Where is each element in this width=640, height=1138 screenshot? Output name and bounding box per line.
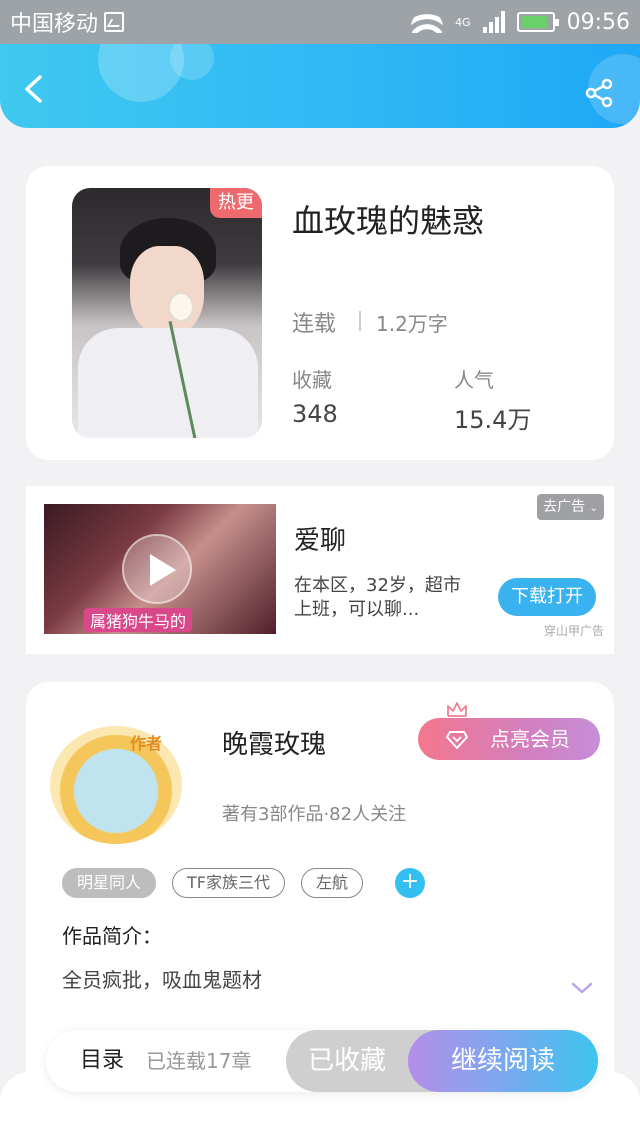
tag-list: 明星同人 TF家族三代 左航 +: [62, 868, 426, 898]
activate-vip-button[interactable]: 点亮会员: [418, 718, 600, 760]
collected-label: 已收藏: [307, 1046, 386, 1076]
tag-chip[interactable]: 左航: [301, 868, 364, 898]
share-icon[interactable]: [584, 78, 614, 108]
chevron-down-icon: ⌄: [589, 503, 598, 514]
author-works: 著有3部作品·82人关注: [222, 804, 407, 825]
intro-label: 作品简介：: [62, 924, 162, 948]
book-cover[interactable]: 热更: [72, 188, 262, 438]
chapter-count: 已连载17章: [146, 1049, 252, 1073]
intro-text: 全员疯批，吸血鬼题材: [62, 968, 262, 992]
cover-art: [168, 292, 194, 322]
author-name[interactable]: 晚霞玫瑰: [222, 724, 326, 761]
add-tag-icon[interactable]: +: [395, 868, 426, 898]
popularity-label: 人气: [454, 368, 494, 392]
ad-video-thumbnail[interactable]: 属猪狗牛马的: [44, 504, 276, 634]
ad-banner[interactable]: 属猪狗牛马的 爱聊 在本区，32岁，超市上班，可以聊... 去广告 ⌄ 下载打开…: [26, 486, 614, 654]
ad-source: 穿山甲广告: [543, 624, 604, 638]
play-icon[interactable]: [122, 534, 192, 604]
vip-button-label: 点亮会员: [490, 727, 570, 751]
cover-art: [78, 328, 258, 438]
ad-thumb-caption: 属猪狗牛马的: [84, 608, 193, 632]
diamond-icon: [446, 731, 468, 749]
ad-title: 爱聊: [294, 526, 347, 556]
avatar-tag: 作者: [130, 734, 163, 753]
decor-bubble: [170, 44, 214, 80]
favorites-label: 收藏: [292, 368, 332, 392]
status-right: 4G 09:56: [411, 10, 630, 35]
download-open-button[interactable]: 下载打开: [498, 578, 596, 616]
clock: 09:56: [566, 9, 630, 35]
tag-chip[interactable]: 明星同人: [62, 868, 157, 898]
status-bar: 中国移动 4G 09:56: [0, 0, 640, 44]
popularity-value: 15.4万: [454, 406, 532, 434]
continue-reading-button[interactable]: 继续阅读: [408, 1030, 598, 1092]
bottom-action-bar: 目录 已连载17章 已收藏 继续阅读: [46, 1030, 598, 1092]
hot-update-badge: 热更: [210, 188, 262, 218]
divider: [359, 311, 361, 331]
remove-ad-button[interactable]: 去广告 ⌄: [537, 494, 604, 520]
ad-description: 在本区，32岁，超市上班，可以聊...: [294, 575, 461, 620]
top-header: [0, 44, 640, 128]
crown-icon: [447, 702, 467, 717]
expand-chevron-icon[interactable]: [570, 980, 594, 996]
cover-art: [130, 246, 204, 336]
favorites-value: 348: [292, 400, 338, 428]
book-status: 连载: [292, 312, 337, 337]
wifi-icon: [411, 11, 444, 33]
carrier-name: 中国移动: [10, 12, 99, 37]
back-icon[interactable]: [20, 74, 48, 104]
signal-icon: [482, 11, 505, 33]
author-avatar[interactable]: 作者: [50, 726, 182, 844]
book-word-count: 1.2万字: [376, 312, 448, 336]
book-title: 血玫瑰的魅惑: [292, 202, 485, 240]
tag-chip[interactable]: TF家族三代: [172, 868, 285, 898]
network-type: 4G: [455, 15, 471, 29]
carrier-group: 中国移动: [10, 6, 125, 38]
battery-icon: [516, 12, 559, 32]
table-of-contents-button[interactable]: 目录: [80, 1030, 124, 1092]
book-info-card: 热更 血玫瑰的魅惑 连载 1.2万字 收藏 348 人气 15.4万: [26, 166, 614, 460]
image-notification-icon: [104, 12, 125, 32]
remove-ad-label: 去广告: [543, 499, 586, 515]
